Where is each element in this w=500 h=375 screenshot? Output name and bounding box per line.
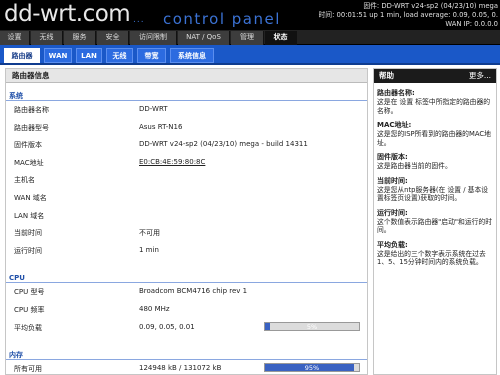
load-progress-label: 5% — [306, 322, 318, 331]
help-heading: 路由器名称: — [377, 89, 415, 97]
memory-progress-bar: 95% — [264, 363, 360, 373]
help-heading: 固件版本: — [377, 153, 408, 161]
row-cpu-model: CPU 型号 Broadcom BCM4716 chip rev 1 — [6, 283, 367, 301]
row-label: 主机名 — [14, 176, 35, 185]
tab-setup[interactable]: 设置 — [0, 31, 30, 45]
tab-administration[interactable]: 管理 — [231, 31, 264, 45]
cpu-rows: CPU 型号 Broadcom BCM4716 chip rev 1 CPU 频率… — [6, 283, 367, 336]
subtab-sysinfo[interactable]: 系统信息 — [170, 48, 214, 63]
help-heading: 当前时间: — [377, 176, 408, 185]
help-text: 这是路由器当前的固件。 — [377, 162, 452, 170]
help-item-load-average: 平均负载: 这是给出的三个数字表示系统在过去1、5、15分钟时间内的系统负载。 — [374, 241, 496, 267]
help-item-uptime: 运行时间: 这个数值表示路由器"启动"和运行的时间。 — [374, 209, 496, 235]
row-value: DD-WRT — [139, 105, 168, 113]
row-label: 路由器名称 — [14, 106, 49, 114]
row-label: 平均负载 — [14, 323, 42, 332]
subtab-router[interactable]: 路由器 — [4, 48, 40, 63]
row-value: DD-WRT v24-sp2 (04/23/10) mega - build 1… — [139, 140, 308, 149]
row-lan-domain: LAN 域名 — [6, 207, 367, 225]
row-cpu-clock: CPU 频率 480 MHz — [6, 301, 367, 319]
subtab-wan[interactable]: WAN — [44, 48, 72, 63]
tab-security[interactable]: 安全 — [97, 31, 129, 45]
help-item-current-time: 当前时间: 这是您从ntp服务器(在 设置 / 基本设置标签页设置)获取的时间。 — [374, 177, 496, 203]
memory-progress-label: 95% — [304, 364, 320, 373]
row-label: CPU 频率 — [14, 305, 45, 314]
help-title: 帮助 — [379, 71, 394, 80]
row-value: 124948 kB / 131072 kB — [139, 364, 222, 373]
logo-dots: ... — [133, 15, 145, 25]
load-progress-bar: 5% — [264, 321, 360, 331]
row-value: 0.09, 0.05, 0.01 — [139, 322, 195, 331]
row-wan-domain: WAN 域名 — [6, 189, 367, 207]
row-value: Broadcom BCM4716 chip rev 1 — [139, 287, 248, 296]
row-label: 所有可用 — [14, 365, 42, 374]
panel-title: 路由器信息 — [6, 69, 367, 83]
help-heading: 运行时间: — [377, 208, 408, 217]
help-sidebar: 帮助 更多... 路由器名称: 这是在 设置 标签中所指定的路由器的名称。 MAC… — [373, 68, 497, 375]
row-hostname: 主机名 — [6, 171, 367, 189]
row-router-model: 路由器型号 Asus RT-N16 — [6, 119, 367, 137]
help-text: 这个数值表示路由器"启动"和运行的时间。 — [377, 217, 493, 235]
control-panel-subtitle: control panel — [163, 10, 281, 28]
help-text: 这是在 设置 标签中所指定的路由器的名称。 — [377, 98, 491, 115]
tab-wireless[interactable]: 无线 — [31, 31, 63, 45]
uptime-line: 时间: 00:01:51 up 1 min, load average: 0.0… — [318, 11, 499, 19]
router-info-panel: 路由器信息 系统 路由器名称 DD-WRT 路由器型号 Asus RT-N16 固件… — [5, 68, 368, 375]
help-item-firmware: 固件版本: 这是路由器当前的固件。 — [374, 153, 496, 171]
row-label: 当前时间 — [14, 229, 42, 238]
help-heading: 平均负载: — [377, 240, 408, 249]
row-value: Asus RT-N16 — [139, 122, 183, 131]
tab-access-restrictions[interactable]: 访问限制 — [130, 31, 177, 45]
row-label: 路由器型号 — [14, 123, 49, 132]
tab-status[interactable]: 状态 — [265, 31, 297, 45]
tab-services[interactable]: 服务 — [64, 31, 96, 45]
row-label: MAC地址 — [14, 158, 44, 167]
tab-nat-qos[interactable]: NAT / QoS — [178, 31, 230, 45]
mac-address-link[interactable]: E0:CB:4E:59:80:8C — [139, 158, 205, 166]
memory-rows: 所有可用 124948 kB / 131072 kB 95% — [6, 360, 367, 374]
row-router-name: 路由器名称 DD-WRT — [6, 101, 367, 119]
help-more-link[interactable]: 更多... — [469, 69, 491, 83]
ddwrt-logo: dd-wrt.com — [4, 1, 131, 27]
system-rows: 路由器名称 DD-WRT 路由器型号 Asus RT-N16 固件版本 DD-WRT … — [6, 101, 367, 259]
row-label: 运行时间 — [14, 246, 42, 255]
wan-ip-line: WAN IP: 0.0.0.0 — [445, 20, 498, 28]
subtab-lan[interactable]: LAN — [76, 48, 102, 63]
help-heading: MAC地址: — [377, 121, 412, 129]
row-label: CPU 型号 — [14, 288, 45, 297]
sub-nav: 路由器 WAN LAN 无线 带宽 系统信息 — [0, 45, 500, 65]
firmware-line: 固件: DD-WRT v24-sp2 (04/23/10) mega — [363, 2, 498, 10]
row-uptime: 运行时间 1 min — [6, 242, 367, 260]
help-item-mac: MAC地址: 这是您的ISP所看到的路由器的MAC地址。 — [374, 121, 496, 147]
row-current-time: 当前时间 不可用 — [6, 224, 367, 242]
row-firmware: 固件版本 DD-WRT v24-sp2 (04/23/10) mega - bui… — [6, 136, 367, 154]
row-value: 480 MHz — [139, 304, 170, 313]
help-text: 这是给出的三个数字表示系统在过去1、5、15分钟时间内的系统负载。 — [377, 249, 486, 267]
row-label: WAN 域名 — [14, 193, 47, 202]
row-label: LAN 域名 — [14, 211, 45, 220]
main-nav: 设置 无线 服务 安全 访问限制 NAT / QoS 管理 状态 — [0, 30, 500, 45]
row-label: 固件版本 — [14, 141, 42, 150]
help-text: 这是您的ISP所看到的路由器的MAC地址。 — [377, 130, 491, 147]
row-total-available: 所有可用 124948 kB / 131072 kB 95% — [6, 360, 367, 374]
system-status-summary: 固件: DD-WRT v24-sp2 (04/23/10) mega 时间: 0… — [278, 2, 499, 29]
section-system: 系统 — [6, 91, 367, 101]
row-mac: MAC地址 E0:CB:4E:59:80:8C — [6, 154, 367, 172]
row-value: 1 min — [139, 245, 159, 254]
section-cpu: CPU — [6, 273, 367, 284]
help-text: 这是您从ntp服务器(在 设置 / 基本设置标签页设置)获取的时间。 — [377, 185, 489, 203]
help-header: 帮助 更多... — [374, 69, 496, 83]
subtab-wireless[interactable]: 无线 — [106, 48, 133, 63]
row-value: 不可用 — [139, 229, 160, 238]
row-load-average: 平均负载 0.09, 0.05, 0.01 5% — [6, 319, 367, 337]
subtab-bandwidth[interactable]: 带宽 — [137, 48, 166, 63]
section-memory: 内存 — [6, 350, 367, 361]
help-item-router-name: 路由器名称: 这是在 设置 标签中所指定的路由器的名称。 — [374, 89, 496, 115]
header: dd-wrt.com ... control panel 固件: DD-WRT … — [0, 0, 500, 30]
